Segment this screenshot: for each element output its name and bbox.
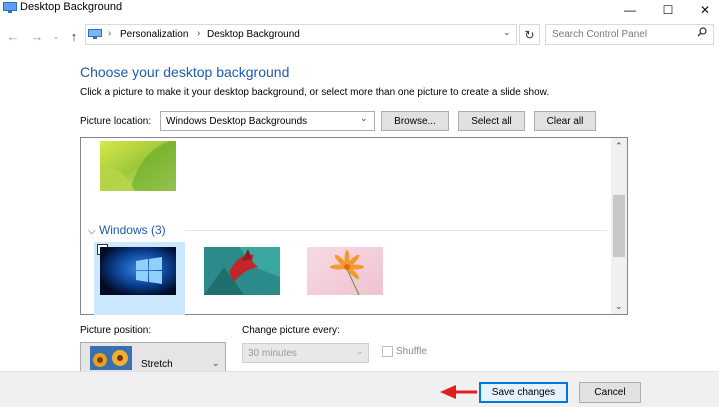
back-arrow-icon[interactable]: ← <box>5 28 21 44</box>
maximize-button[interactable]: ☐ <box>650 0 686 20</box>
scroll-up-icon[interactable]: ⌃ <box>615 141 623 152</box>
change-interval-value: 30 minutes <box>248 348 297 359</box>
chevron-down-icon: ⌄ <box>356 346 364 356</box>
page-heading: Choose your desktop background <box>80 64 290 80</box>
minimize-button[interactable]: — <box>612 0 648 20</box>
cancel-button[interactable]: Cancel <box>579 382 641 403</box>
group-header-windows[interactable]: ⌵ Windows (3) <box>88 223 166 237</box>
scroll-down-icon[interactable]: ⌄ <box>615 301 623 312</box>
address-dropdown-chevron-icon[interactable]: ⌄ <box>503 27 511 38</box>
picture-position-preview <box>90 346 132 370</box>
control-panel-icon <box>88 29 102 39</box>
refresh-icon[interactable]: ↻ <box>519 24 540 45</box>
group-divider <box>186 230 606 231</box>
picture-thumbnail-tropical[interactable] <box>204 247 280 295</box>
select-all-button[interactable]: Select all <box>458 111 525 131</box>
picture-position-label: Picture position: <box>80 325 152 336</box>
instruction-text: Click a picture to make it your desktop … <box>80 87 550 98</box>
search-icon[interactable] <box>697 27 707 37</box>
clear-all-button[interactable]: Clear all <box>534 111 596 131</box>
shuffle-checkbox[interactable] <box>382 346 393 357</box>
scrollbar-thumb[interactable] <box>613 195 625 257</box>
group-label: Windows (3) <box>98 223 166 237</box>
breadcrumb-separator: › <box>108 28 112 39</box>
picture-thumbnail-green[interactable] <box>100 141 176 191</box>
breadcrumb-separator: › <box>197 28 201 39</box>
change-picture-label: Change picture every: <box>242 325 340 336</box>
browse-button[interactable]: Browse... <box>381 111 449 131</box>
save-changes-button[interactable]: Save changes <box>479 382 568 403</box>
chevron-down-icon: ⌄ <box>212 358 220 368</box>
chevron-down-icon: ⌄ <box>360 113 368 123</box>
picture-location-value: Windows Desktop Backgrounds <box>166 116 308 127</box>
window-title: Desktop Background <box>20 1 123 13</box>
up-arrow-icon[interactable]: ↑ <box>66 28 82 44</box>
close-button[interactable]: ✕ <box>687 0 719 20</box>
picture-location-label: Picture location: <box>80 116 152 127</box>
picture-thumbnail-flower[interactable] <box>307 247 383 295</box>
breadcrumb-personalization[interactable]: Personalization <box>120 29 188 40</box>
forward-arrow-icon[interactable]: → <box>29 28 45 44</box>
picture-position-value: Stretch <box>141 359 173 370</box>
red-arrow-icon <box>440 385 477 399</box>
shuffle-label: Shuffle <box>396 346 427 357</box>
desktop-background-app-icon <box>3 2 17 13</box>
chevron-down-icon: ⌵ <box>88 226 96 237</box>
breadcrumb-desktop-background[interactable]: Desktop Background <box>207 29 300 40</box>
picture-thumbnail-windows[interactable] <box>100 247 176 295</box>
recent-locations-chevron-icon[interactable]: ⌄ <box>48 28 64 44</box>
search-placeholder: Search Control Panel <box>552 29 648 40</box>
